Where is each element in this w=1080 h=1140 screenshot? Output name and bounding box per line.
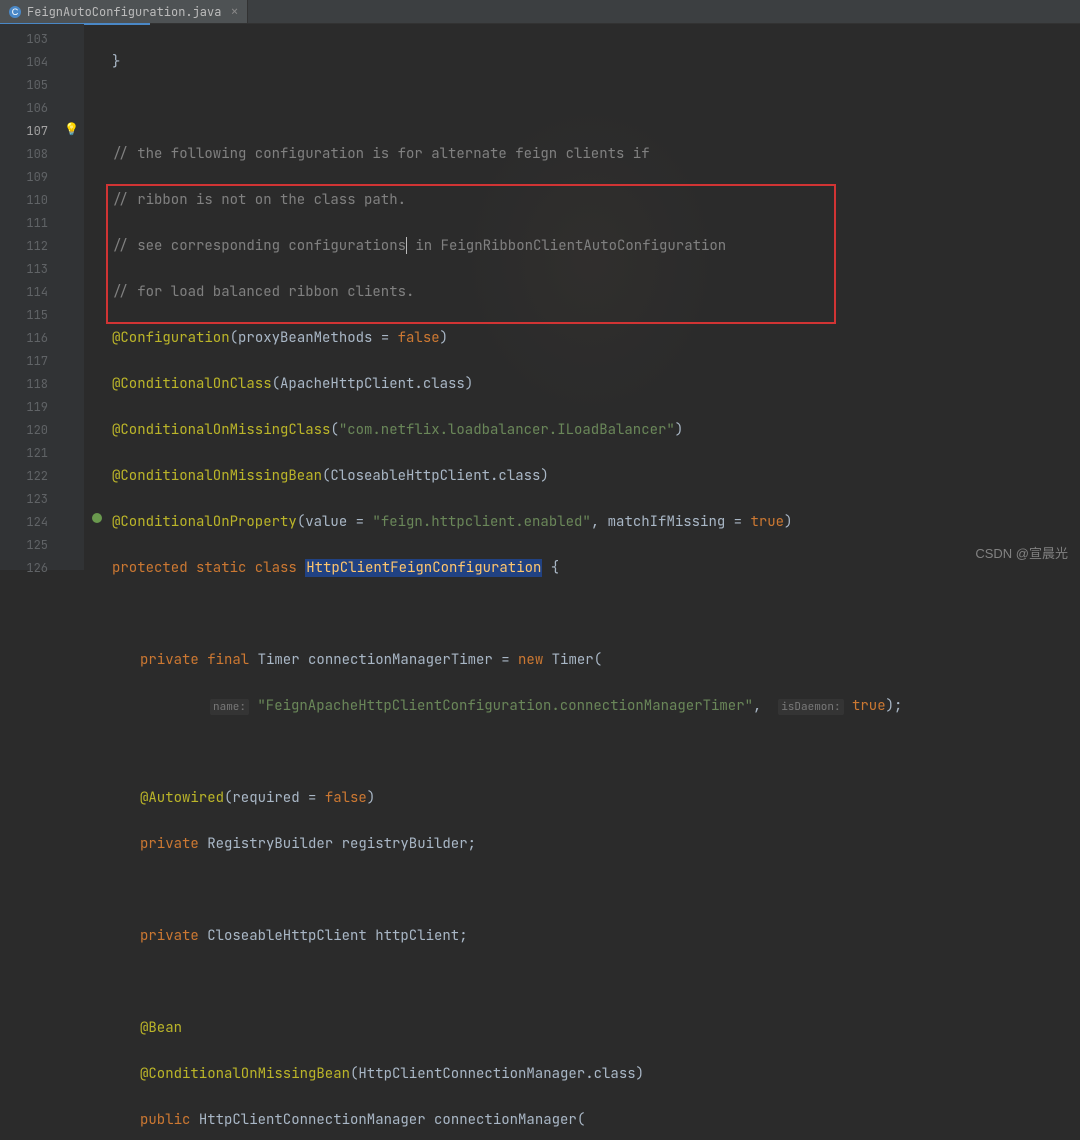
code-line xyxy=(112,97,1080,120)
close-icon[interactable]: × xyxy=(230,3,238,21)
code-line: private final Timer connectionManagerTim… xyxy=(112,649,1080,672)
code-area[interactable]: } // the following configuration is for … xyxy=(84,24,1080,570)
java-class-icon: C xyxy=(8,5,22,19)
code-line: @ConditionalOnMissingBean(HttpClientConn… xyxy=(112,1063,1080,1086)
highlighted-class-name: HttpClientFeignConfiguration xyxy=(305,559,542,577)
code-line: private CloseableHttpClient httpClient; xyxy=(112,925,1080,948)
code-line: @ConditionalOnClass(ApacheHttpClient.cla… xyxy=(112,373,1080,396)
tab-filename: FeignAutoConfiguration.java xyxy=(27,4,221,20)
code-line xyxy=(112,971,1080,994)
parameter-hint: isDaemon: xyxy=(778,699,843,715)
code-line xyxy=(112,879,1080,902)
code-line: @Configuration(proxyBeanMethods = false) xyxy=(112,327,1080,350)
code-line: @ConditionalOnProperty(value = "feign.ht… xyxy=(112,511,1080,534)
editor-tabbar: C FeignAutoConfiguration.java × xyxy=(0,0,1080,24)
code-line: // ribbon is not on the class path. xyxy=(112,189,1080,212)
code-line: protected static class HttpClientFeignCo… xyxy=(112,557,1080,580)
code-line: @ConditionalOnMissingClass("com.netflix.… xyxy=(112,419,1080,442)
line-number-gutter: 103 104 105 106 107 108 109 110 111 112 … xyxy=(0,24,60,570)
code-line: private RegistryBuilder registryBuilder; xyxy=(112,833,1080,856)
code-line: public HttpClientConnectionManager conne… xyxy=(112,1109,1080,1132)
code-line: @ConditionalOnMissingBean(CloseableHttpC… xyxy=(112,465,1080,488)
code-line: @Autowired(required = false) xyxy=(112,787,1080,810)
svg-text:C: C xyxy=(12,7,19,17)
watermark-text: CSDN @宣晨光 xyxy=(975,543,1068,562)
code-line: @Bean xyxy=(112,1017,1080,1040)
parameter-hint: name: xyxy=(210,699,249,715)
code-line: // for load balanced ribbon clients. xyxy=(112,281,1080,304)
code-line xyxy=(112,741,1080,764)
code-line: name: "FeignApacheHttpClientConfiguratio… xyxy=(112,695,1080,718)
code-line: // the following configuration is for al… xyxy=(112,143,1080,166)
intention-bulb-icon[interactable]: 💡 xyxy=(64,121,78,135)
code-line: } xyxy=(112,51,1080,74)
code-line: // see corresponding configurations in F… xyxy=(112,235,1080,258)
marker-column: 💡 xyxy=(60,24,84,570)
code-line xyxy=(112,603,1080,626)
file-tab[interactable]: C FeignAutoConfiguration.java × xyxy=(0,0,248,23)
code-editor[interactable]: 103 104 105 106 107 108 109 110 111 112 … xyxy=(0,24,1080,570)
